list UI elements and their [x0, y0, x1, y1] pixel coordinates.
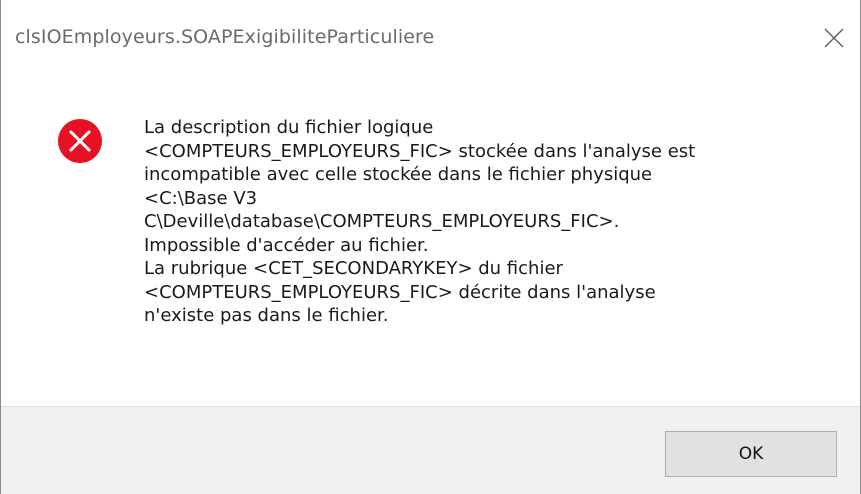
- close-button[interactable]: [808, 14, 860, 62]
- button-bar: OK: [1, 406, 860, 494]
- error-dialog: clsIOEmployeurs.SOAPExigibiliteParticuli…: [0, 0, 861, 494]
- window-title: clsIOEmployeurs.SOAPExigibiliteParticuli…: [15, 26, 435, 48]
- message-area: La description du fichier logique <COMPT…: [1, 78, 860, 406]
- close-icon: [824, 28, 844, 48]
- title-bar: clsIOEmployeurs.SOAPExigibiliteParticuli…: [1, 0, 860, 78]
- ok-button[interactable]: OK: [665, 431, 837, 477]
- error-icon: [58, 119, 102, 163]
- error-message: La description du fichier logique <COMPT…: [144, 117, 696, 326]
